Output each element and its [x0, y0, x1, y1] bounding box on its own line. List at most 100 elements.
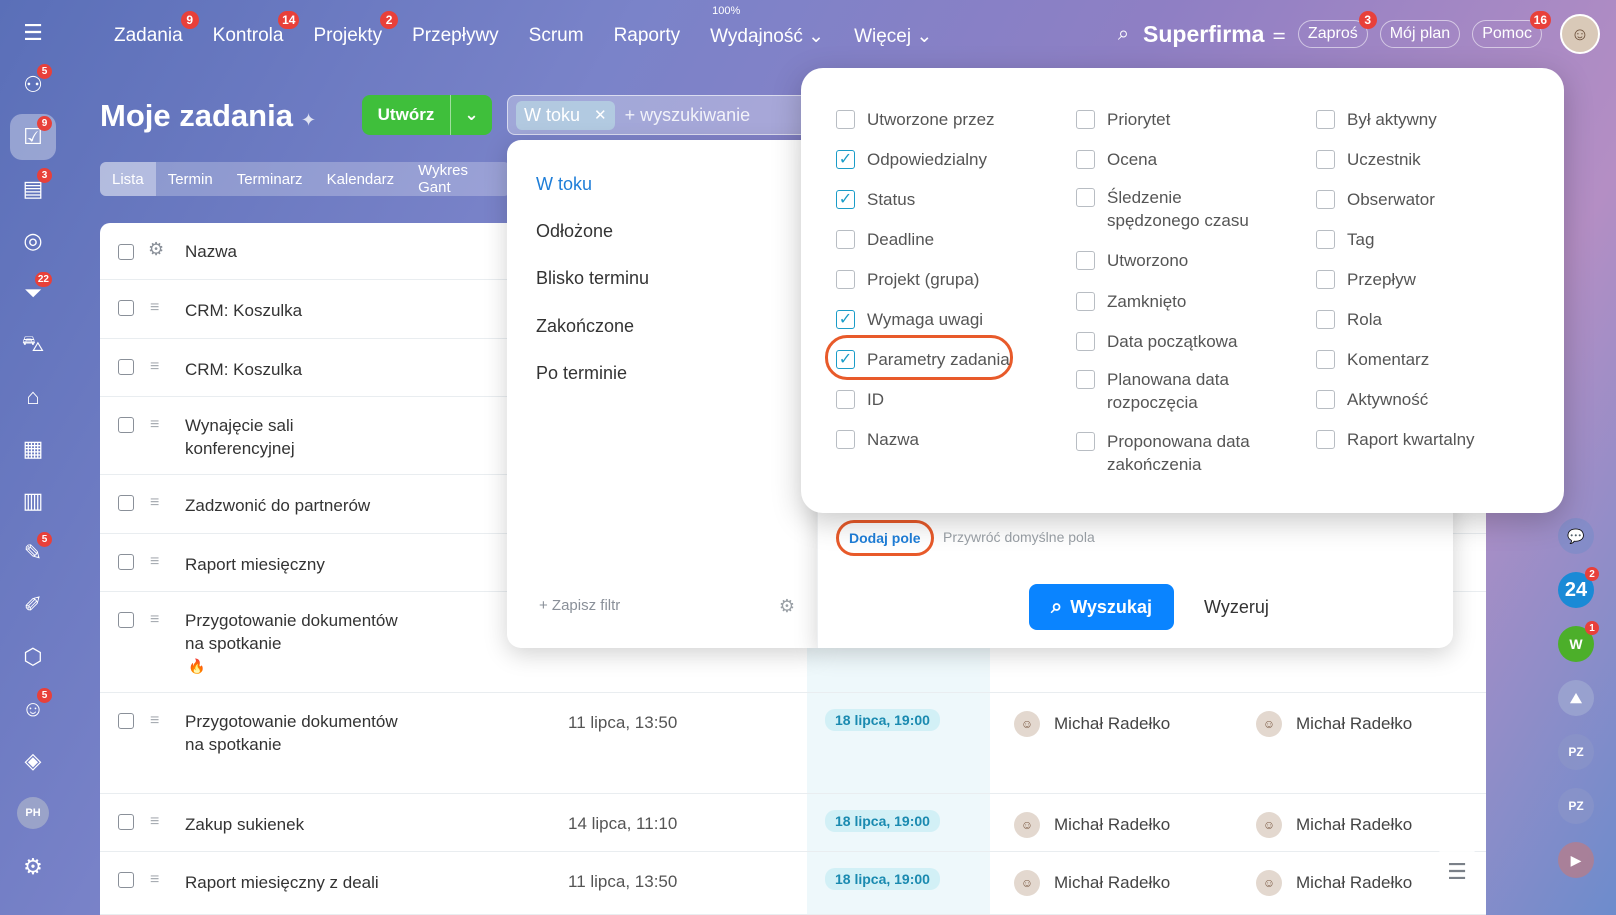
field-checkbox[interactable] — [836, 270, 855, 289]
drag-handle-icon[interactable]: ≡ — [150, 416, 166, 434]
create-button[interactable]: Utwórz ⌄ — [362, 95, 492, 135]
row-checkbox[interactable] — [118, 872, 134, 888]
creator-user[interactable]: ☺ Michał Radełko — [1256, 870, 1412, 896]
help-button[interactable]: Pomoc 16 — [1472, 11, 1551, 48]
field-option[interactable]: Przepływ — [1316, 268, 1497, 291]
field-checkbox[interactable] — [1316, 310, 1335, 329]
brand-name[interactable]: Superfirma — [1143, 21, 1264, 48]
tab-gantt[interactable]: Wykres Gant — [406, 162, 510, 196]
drag-handle-icon[interactable]: ≡ — [150, 553, 166, 571]
select-all-checkbox[interactable] — [118, 244, 134, 260]
task-name[interactable]: Przygotowanie dokumentów na spotkanie — [185, 609, 405, 655]
creator-user[interactable]: ☺ Michał Radełko — [1256, 711, 1412, 737]
field-checkbox[interactable] — [1076, 150, 1095, 169]
field-option[interactable]: ✓ Odpowiedzialny — [836, 148, 1017, 171]
preset-zakonczone[interactable]: Zakończone — [536, 316, 634, 337]
field-checkbox[interactable] — [1076, 332, 1095, 351]
field-option[interactable]: Projekt (grupa) — [836, 268, 1017, 291]
preset-w-toku[interactable]: W toku — [536, 174, 592, 195]
pz-contact-1[interactable]: PZ — [1558, 734, 1594, 770]
hexagon-icon[interactable]: ⬡ — [10, 634, 56, 680]
drag-handle-icon[interactable]: ≡ — [150, 299, 166, 317]
profile-avatar[interactable]: ☺ — [1560, 14, 1600, 54]
field-option[interactable]: Był aktywny — [1316, 108, 1497, 131]
search-input[interactable]: + wyszukiwanie — [625, 105, 751, 126]
drag-handle-icon[interactable]: ≡ — [150, 494, 166, 512]
nav-kontrola[interactable]: Kontrola 14 — [213, 11, 300, 47]
row-checkbox[interactable] — [118, 612, 134, 628]
gear-icon[interactable]: ⚙ — [779, 596, 795, 617]
reset-button[interactable]: Wyzeruj — [1204, 597, 1269, 618]
nav-wydajnosc[interactable]: 100% Wydajność ⌄ — [710, 5, 824, 48]
responsible-user[interactable]: ☺ Michał Radełko — [1014, 812, 1170, 838]
chat-icon[interactable]: 💬 — [1558, 518, 1594, 554]
field-option[interactable]: Deadline — [836, 228, 1017, 251]
pz-contact-2[interactable]: PZ — [1558, 788, 1594, 824]
row-checkbox[interactable] — [118, 554, 134, 570]
box-icon[interactable]: ◈ — [10, 738, 56, 784]
filter-search-box[interactable]: W toku ✕ + wyszukiwanie — [507, 95, 827, 135]
column-header-name[interactable]: Nazwa — [185, 240, 237, 263]
field-checkbox[interactable]: ✓ — [836, 350, 855, 369]
task-name[interactable]: Zadzwonić do partnerów — [185, 494, 370, 517]
restore-default-fields-link[interactable]: Przywróć domyślne pola — [943, 529, 1095, 545]
drag-handle-icon[interactable]: ≡ — [150, 712, 166, 730]
nav-projekty[interactable]: Projekty 2 — [313, 11, 399, 47]
field-checkbox[interactable] — [1316, 270, 1335, 289]
deadline-badge[interactable]: 18 lipca, 19:00 — [825, 868, 940, 890]
search-icon[interactable]: ⌕ — [1118, 23, 1129, 46]
field-option[interactable]: Nazwa — [836, 428, 1017, 451]
deadline-badge[interactable]: 18 lipca, 19:00 — [825, 810, 940, 832]
row-checkbox[interactable] — [118, 417, 134, 433]
nav-wiecej[interactable]: Więcej ⌄ — [854, 25, 932, 48]
field-checkbox[interactable] — [1316, 390, 1335, 409]
field-checkbox[interactable] — [1076, 251, 1095, 270]
field-checkbox[interactable] — [836, 110, 855, 129]
pin-icon[interactable]: ✦ — [301, 110, 316, 130]
task-name[interactable]: Raport miesięczny z deali — [185, 871, 379, 894]
chevron-down-icon[interactable]: ⌄ — [450, 95, 492, 135]
activity-icon[interactable]: ⚇ 5 — [10, 62, 56, 108]
field-checkbox[interactable] — [1076, 432, 1095, 451]
task-name[interactable]: Wynajęcie sali konferencyjnej — [185, 414, 345, 460]
field-option[interactable]: Aktywność — [1316, 388, 1497, 411]
row-checkbox[interactable] — [118, 495, 134, 511]
calendar-icon[interactable]: ▦ — [10, 426, 56, 472]
drag-handle-icon[interactable]: ≡ — [150, 611, 166, 629]
field-option[interactable]: Tag — [1316, 228, 1497, 251]
field-option[interactable]: Rola — [1316, 308, 1497, 331]
field-checkbox[interactable] — [1316, 190, 1335, 209]
drag-handle-icon[interactable]: ≡ — [150, 358, 166, 376]
video-call-icon[interactable]: ▶ — [1558, 842, 1594, 878]
responsible-user[interactable]: ☺ Michał Radełko — [1014, 711, 1170, 737]
tasks-icon[interactable]: ☑ 9 — [10, 114, 56, 160]
group-avatar[interactable]: ⛰ — [1558, 680, 1594, 716]
creator-user[interactable]: ☺ Michał Radełko — [1256, 812, 1412, 838]
field-option[interactable]: Ocena — [1076, 148, 1257, 171]
tab-lista[interactable]: Lista — [100, 162, 156, 196]
save-filter-button[interactable]: + Zapisz filtr — [539, 597, 620, 614]
field-option[interactable]: ID — [836, 388, 1017, 411]
row-checkbox[interactable] — [118, 300, 134, 316]
invite-button[interactable]: Zaproś 3 — [1297, 11, 1377, 48]
table-row[interactable]: ≡ Przygotowanie dokumentów na spotkanie … — [100, 693, 1486, 794]
tab-termin[interactable]: Termin — [156, 162, 225, 196]
table-row[interactable]: ≡ Zakup sukienek 14 lipca, 11:10 18 lipc… — [100, 794, 1486, 852]
search-button[interactable]: ⌕ Wyszukaj — [1029, 584, 1174, 630]
drag-handle-icon[interactable]: ≡ — [150, 871, 166, 889]
document-icon[interactable]: ✎ 5 — [10, 530, 56, 576]
field-option[interactable]: Obserwator — [1316, 188, 1497, 211]
field-option[interactable]: ✓ Status — [836, 188, 1017, 211]
field-option[interactable]: Uczestnik — [1316, 148, 1497, 171]
sign-icon[interactable]: ✐ — [10, 582, 56, 628]
sliders-icon[interactable]: ⚌ — [1272, 25, 1285, 43]
my-plan-button[interactable]: Mój plan — [1379, 20, 1461, 48]
field-checkbox[interactable]: ✓ — [836, 150, 855, 169]
field-checkbox[interactable] — [836, 230, 855, 249]
add-field-button[interactable]: Dodaj pole — [836, 520, 934, 556]
field-checkbox[interactable] — [1076, 188, 1095, 207]
row-checkbox[interactable] — [118, 814, 134, 830]
field-checkbox[interactable] — [836, 390, 855, 409]
row-checkbox[interactable] — [118, 359, 134, 375]
close-icon[interactable]: ✕ — [594, 106, 607, 124]
